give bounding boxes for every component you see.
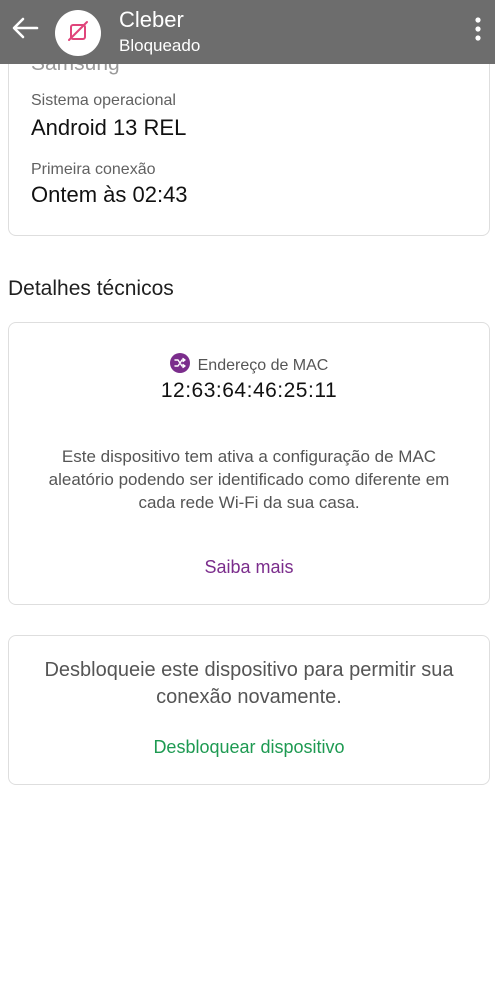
mac-header: Endereço de MAC [9, 353, 489, 378]
app-bar: Cleber Bloqueado [0, 0, 495, 64]
device-blocked-icon [65, 18, 91, 49]
more-vertical-icon [474, 16, 482, 47]
first-connection-value: Ontem às 02:43 [31, 182, 188, 207]
mac-address-card: Endereço de MAC 12:63:64:46:25:11 Este d… [8, 322, 490, 605]
unblock-card: Desbloqueie este dispositivo para permit… [8, 635, 490, 785]
more-options-button[interactable] [467, 14, 489, 48]
unblock-device-button[interactable]: Desbloquear dispositivo [9, 737, 489, 758]
mac-label: Endereço de MAC [197, 356, 329, 374]
device-status: Bloqueado [119, 36, 201, 55]
arrow-left-icon [11, 16, 39, 45]
random-mac-description: Este dispositivo tem ativa a configuraçã… [48, 447, 450, 512]
device-name: Cleber [119, 7, 184, 32]
mac-value: 12:63:64:46:25:11 [160, 379, 338, 402]
unblock-message: Desbloqueie este dispositivo para permit… [44, 659, 454, 708]
os-value: Android 13 REL [31, 115, 187, 140]
os-label: Sistema operacional [31, 92, 176, 109]
learn-more-link[interactable]: Saiba mais [9, 557, 489, 578]
shuffle-icon [169, 353, 190, 378]
back-button[interactable] [8, 14, 42, 46]
avatar [55, 10, 101, 56]
first-connection-label: Primeira conexão [31, 161, 156, 178]
technical-details-title: Detalhes técnicos [8, 277, 174, 300]
